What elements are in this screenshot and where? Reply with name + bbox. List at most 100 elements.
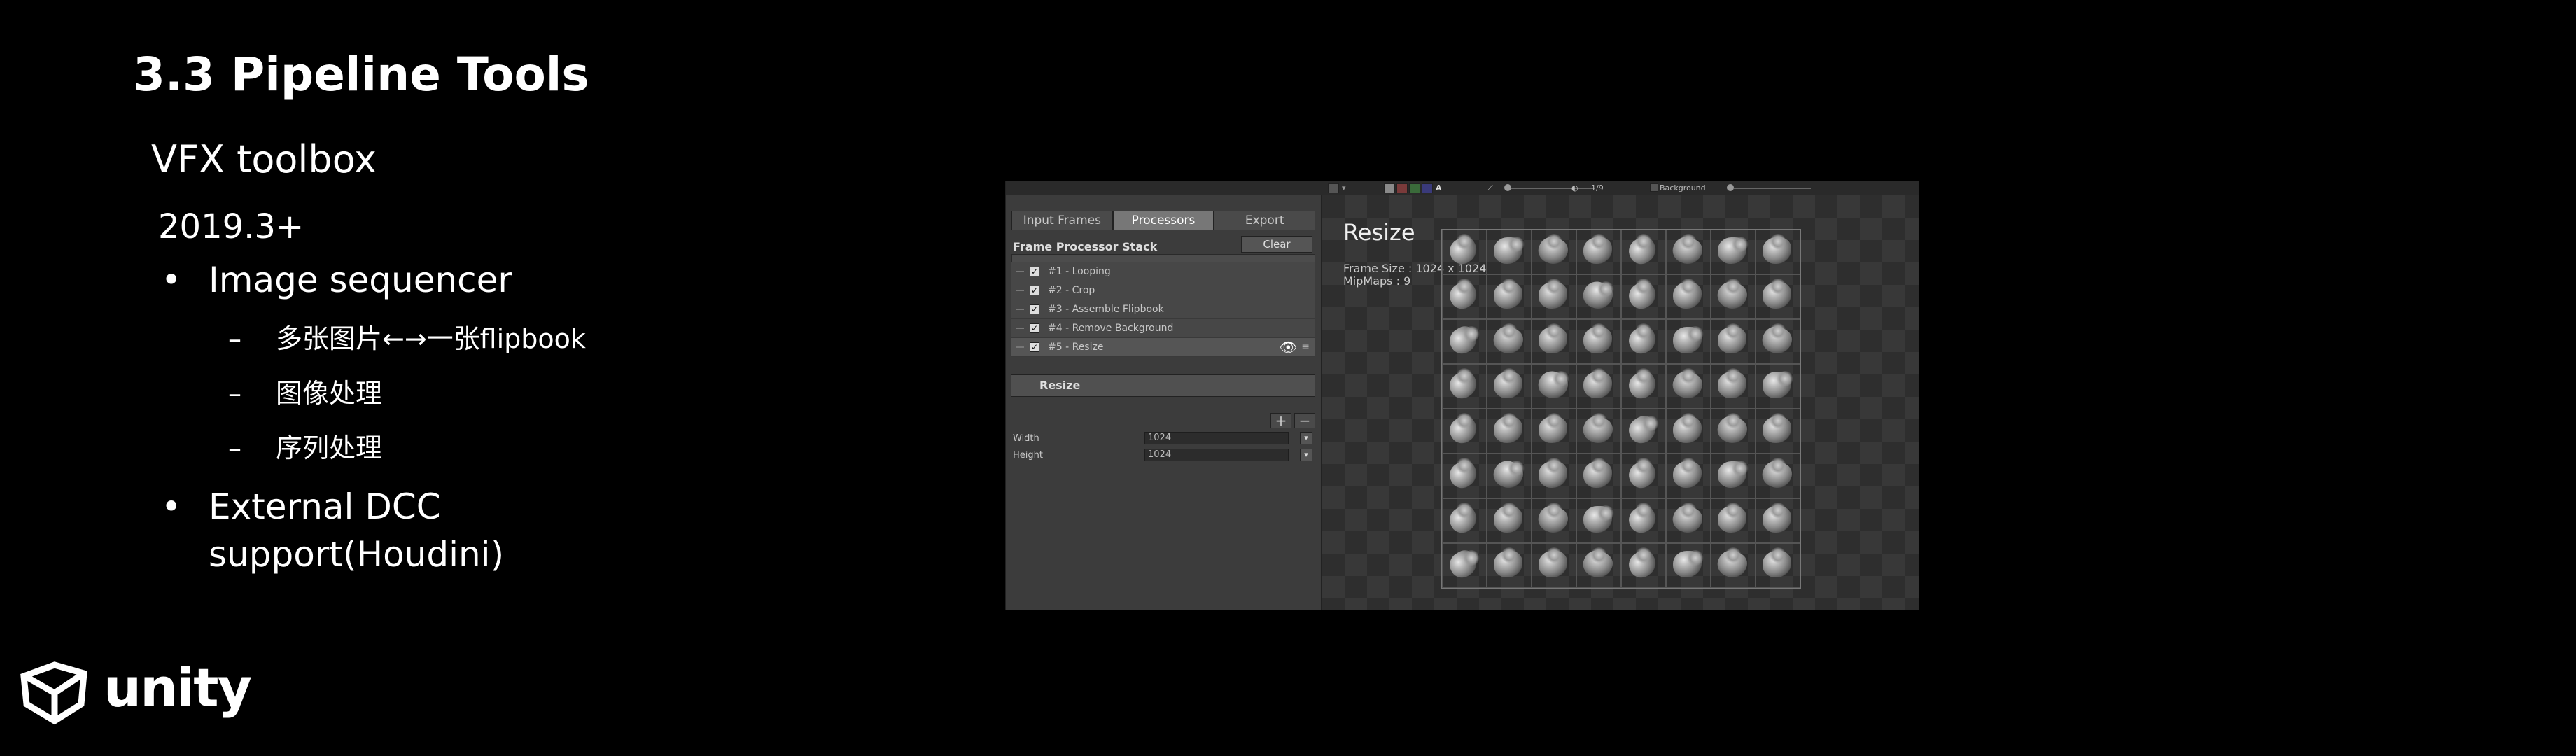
tab-input-frames[interactable]: Input Frames (1011, 211, 1113, 230)
processor-label: #2 - Crop (1048, 285, 1096, 296)
slide-subtitle: VFX toolbox (151, 137, 377, 181)
flipbook-frame (1532, 319, 1576, 364)
enable-checkbox[interactable]: ✓ (1030, 323, 1040, 333)
flipbook-frame (1576, 454, 1621, 498)
flipbook-frame (1711, 454, 1756, 498)
enable-checkbox[interactable]: ✓ (1030, 342, 1040, 352)
unity-logo: unity (20, 657, 252, 725)
sub-bullet-text: 图像处理 (276, 378, 383, 409)
flipbook-frame (1756, 364, 1800, 409)
image-icon[interactable] (1328, 183, 1339, 193)
version-label: 2019.3+ (158, 207, 304, 246)
preview-title: Resize (1343, 219, 1415, 246)
channel-b-button[interactable] (1422, 183, 1433, 193)
flipbook-frame (1442, 498, 1487, 543)
channel-g-button[interactable] (1409, 183, 1420, 193)
background-toggle[interactable] (1650, 183, 1658, 192)
flipbook-frame (1756, 409, 1800, 454)
width-field[interactable]: 1024 (1144, 432, 1289, 444)
sub-bullet: – 序列处理 (158, 428, 648, 468)
flipbook-frame (1576, 543, 1621, 588)
sub-bullet: – 多张图片←→一张flipbook (158, 319, 648, 358)
resize-section-header[interactable]: Resize (1011, 374, 1315, 397)
bullet-image-sequencer: • Image sequencer (158, 256, 648, 304)
processor-label: #4 - Remove Background (1048, 323, 1174, 334)
flipbook-frame (1666, 319, 1711, 364)
flipbook-frame (1711, 409, 1756, 454)
flipbook-frame (1442, 454, 1487, 498)
bullet-text: Image sequencer (209, 260, 512, 300)
dash-icon: – (228, 323, 241, 354)
tab-export[interactable]: Export (1214, 211, 1316, 230)
remove-processor-button[interactable]: − (1294, 413, 1315, 428)
dash-icon: – (228, 433, 241, 463)
flipbook-frame (1666, 498, 1711, 543)
drag-handle-icon[interactable] (1016, 290, 1024, 291)
add-processor-button[interactable]: + (1270, 413, 1292, 428)
flipbook-frame (1711, 230, 1756, 274)
dash-icon: – (228, 378, 241, 409)
drag-handle-icon[interactable] (1016, 346, 1024, 348)
clear-button[interactable]: Clear (1241, 236, 1312, 253)
flipbook-frame (1487, 274, 1532, 319)
flipbook-frame (1487, 319, 1532, 364)
height-dropdown-icon[interactable]: ▾ (1300, 449, 1312, 461)
flipbook-frame (1442, 364, 1487, 409)
drag-handle-icon[interactable] (1016, 328, 1024, 329)
enable-checkbox[interactable]: ✓ (1030, 267, 1040, 276)
mip-icon: ◐ (1572, 183, 1578, 192)
eye-icon[interactable]: 👁 (1280, 338, 1297, 356)
width-label: Width (1013, 433, 1040, 444)
flipbook-frame (1756, 230, 1800, 274)
bullet-dot-icon: • (161, 486, 182, 527)
channel-a-button[interactable]: A (1436, 183, 1446, 193)
enable-checkbox[interactable]: ✓ (1030, 304, 1040, 314)
unity-cube-icon (20, 662, 88, 725)
dropdown-arrow-icon[interactable]: ▾ (1342, 183, 1349, 193)
flipbook-frame (1442, 409, 1487, 454)
bullet-dot-icon: • (161, 260, 182, 300)
processor-row[interactable]: ✓ #4 - Remove Background (1011, 319, 1315, 338)
flipbook-frame (1487, 454, 1532, 498)
flipbook-frame (1576, 274, 1621, 319)
flipbook-frame (1621, 364, 1666, 409)
flipbook-frame (1487, 364, 1532, 409)
flipbook-frame (1442, 274, 1487, 319)
processor-row[interactable]: ✓ #5 - Resize 👁 ≡ (1011, 338, 1315, 357)
background-slider[interactable] (1734, 188, 1811, 189)
sub-bullet-text: 多张图片←→一张flipbook (276, 323, 586, 354)
processor-row[interactable]: ✓ #2 - Crop (1011, 281, 1315, 300)
flipbook-frame (1621, 498, 1666, 543)
width-dropdown-icon[interactable]: ▾ (1300, 432, 1312, 444)
flipbook-frame (1487, 498, 1532, 543)
processor-panel: Input Frames Processors Export Frame Pro… (1006, 195, 1322, 610)
exposure-slider[interactable] (1511, 188, 1595, 189)
flipbook-frame (1532, 274, 1576, 319)
flipbook-frame (1666, 364, 1711, 409)
flipbook-frame (1621, 274, 1666, 319)
list-header (1011, 254, 1315, 262)
sub-bullet: – 图像处理 (158, 374, 648, 413)
flipbook-frame (1711, 319, 1756, 364)
frame-counter: 1/9 (1591, 183, 1604, 192)
flipbook-frame (1621, 409, 1666, 454)
flipbook-frame (1532, 230, 1576, 274)
background-slider-knob[interactable] (1727, 184, 1734, 191)
exposure-slider-knob[interactable] (1504, 184, 1511, 191)
preview-canvas[interactable]: Resize Frame Size : 1024 x 1024 MipMaps … (1322, 195, 1919, 610)
color-picker-icon[interactable]: ⟋ (1488, 183, 1499, 193)
height-field[interactable]: 1024 (1144, 449, 1289, 461)
processor-row[interactable]: ✓ #1 - Looping (1011, 262, 1315, 281)
channel-rgb-button[interactable] (1384, 183, 1395, 193)
enable-checkbox[interactable]: ✓ (1030, 286, 1040, 295)
drag-handle-icon[interactable] (1016, 309, 1024, 310)
flipbook-frame (1711, 274, 1756, 319)
flipbook-frame (1576, 364, 1621, 409)
tab-processors[interactable]: Processors (1112, 211, 1214, 230)
channel-r-button[interactable] (1396, 183, 1408, 193)
processor-row[interactable]: ✓ #3 - Assemble Flipbook (1011, 300, 1315, 319)
flipbook-frame (1756, 543, 1800, 588)
flipbook-frame (1576, 319, 1621, 364)
drag-handle-icon[interactable] (1016, 271, 1024, 272)
menu-icon[interactable]: ≡ (1301, 338, 1310, 356)
